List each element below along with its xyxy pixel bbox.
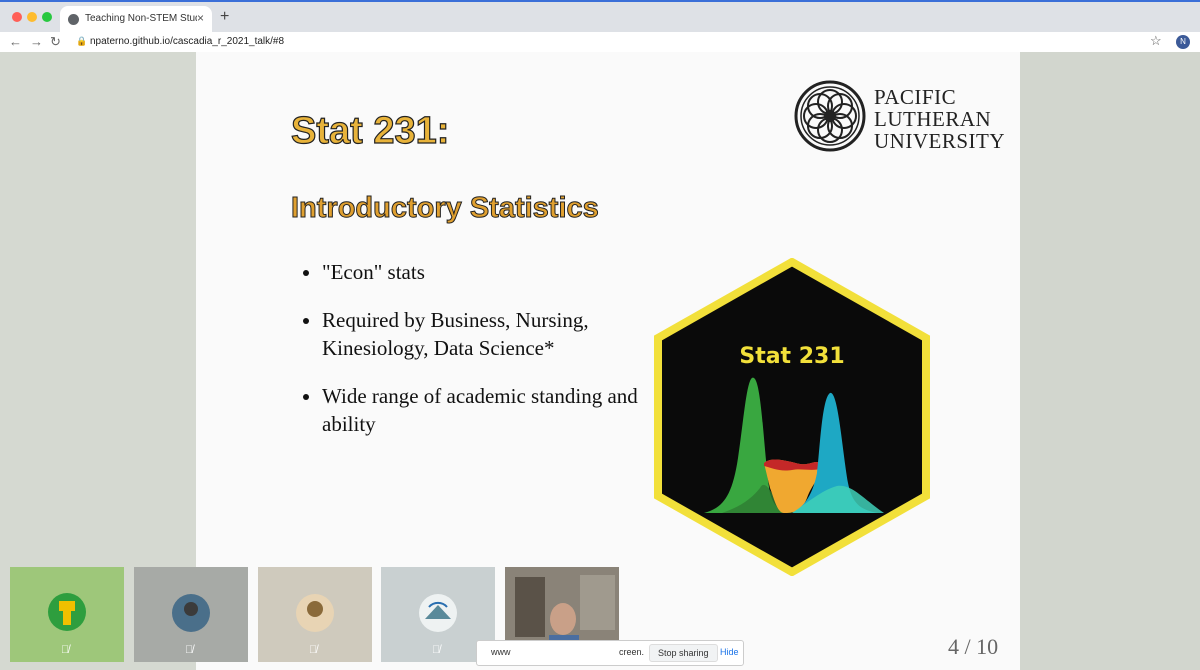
close-window-button[interactable] <box>12 12 22 22</box>
screen-share-bar: www creen. Stop sharing Hide <box>476 640 744 666</box>
browser-tab-bar: Teaching Non-STEM Students × + <box>0 0 1200 34</box>
tab-title: Teaching Non-STEM Students <box>85 13 197 24</box>
stop-sharing-button[interactable]: Stop sharing <box>649 644 718 662</box>
minimize-window-button[interactable] <box>27 12 37 22</box>
stat231-hex-sticker: Stat 231 <box>654 258 930 576</box>
globe-icon <box>68 14 79 25</box>
lock-icon: 🔒 <box>76 36 88 46</box>
url-text: npaterno.github.io/cascadia_r_2021_talk/… <box>90 36 285 47</box>
muted-mic-icon: 🎙̸ <box>61 644 70 656</box>
university-seal-icon <box>794 80 866 152</box>
hex-label: Stat 231 <box>739 344 844 369</box>
slide-subtitle: Introductory Statistics <box>291 192 600 225</box>
participant-tile[interactable]: 🎙̸ <box>134 567 248 662</box>
bullet-item: "Econ" stats <box>322 258 682 286</box>
close-tab-icon[interactable]: × <box>197 11 204 25</box>
muted-mic-icon: 🎙̸ <box>185 644 194 656</box>
forward-icon[interactable]: → <box>30 34 43 49</box>
page-number: 4 / 10 <box>948 634 999 659</box>
hide-button[interactable]: Hide <box>720 647 739 657</box>
participant-tile[interactable]: 🎙̸ <box>258 567 372 662</box>
logo-line: UNIVERSITY <box>874 129 1005 153</box>
participant-tile[interactable]: 🎙̸ <box>10 567 124 662</box>
muted-mic-icon: 🎙̸ <box>432 644 441 656</box>
logo-line: LUTHERAN <box>874 107 992 131</box>
browser-tab[interactable]: Teaching Non-STEM Students × <box>60 6 212 34</box>
maximize-window-button[interactable] <box>42 12 52 22</box>
address-bar: ← → ↻ 🔒 npaterno.github.io/cascadia_r_20… <box>0 32 1200 52</box>
new-tab-icon[interactable]: + <box>220 8 229 26</box>
bookmark-star-icon[interactable]: ☆ <box>1150 33 1162 49</box>
muted-mic-icon: 🎙̸ <box>309 644 318 656</box>
share-text-left: www <box>491 647 511 657</box>
share-text-right: creen. <box>619 647 645 657</box>
reload-icon[interactable]: ↻ <box>50 34 61 50</box>
right-background <box>1020 52 1200 670</box>
logo-line: PACIFIC <box>874 85 957 109</box>
back-icon[interactable]: ← <box>9 34 22 49</box>
university-wordmark: PACIFIC LUTHERAN UNIVERSITY <box>874 86 1005 152</box>
bullet-item: Wide range of academic standing and abil… <box>322 382 682 438</box>
bullet-item: Required by Business, Nursing, Kinesiolo… <box>322 306 682 362</box>
profile-avatar[interactable]: N <box>1176 35 1190 49</box>
url-field[interactable]: 🔒 npaterno.github.io/cascadia_r_2021_tal… <box>74 33 1154 51</box>
bullet-list: "Econ" stats Required by Business, Nursi… <box>302 258 682 458</box>
slide-title: Stat 231: <box>290 109 450 152</box>
